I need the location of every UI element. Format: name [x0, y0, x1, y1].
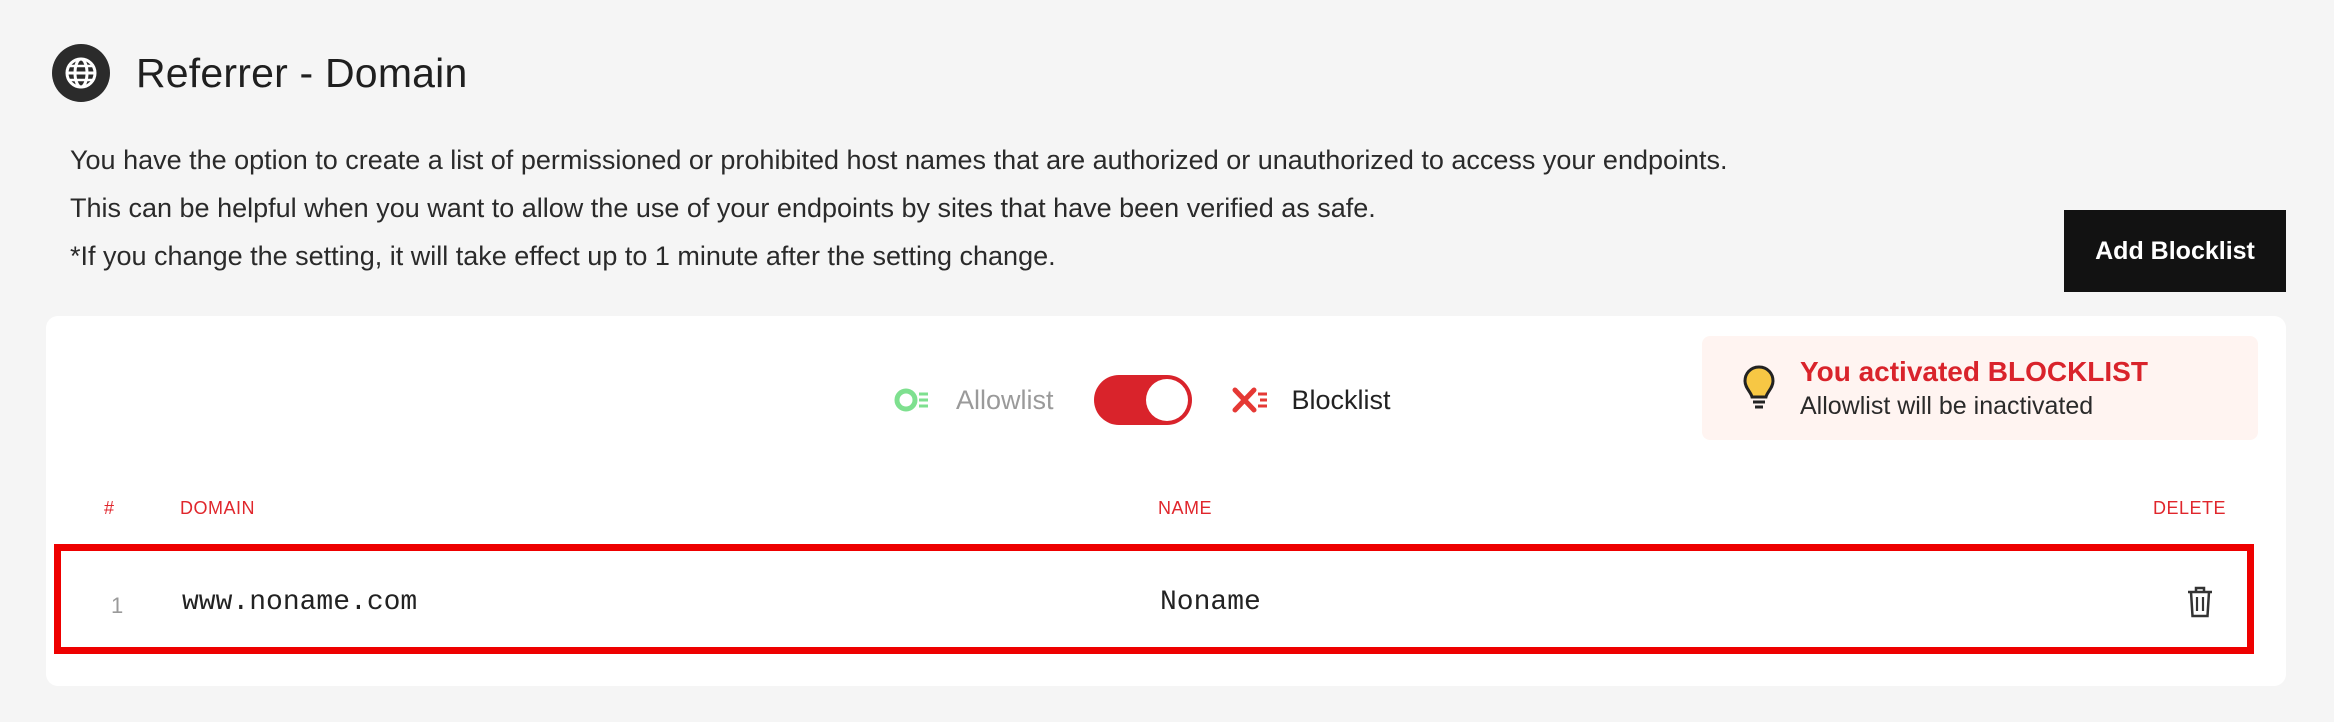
- list-mode-switch[interactable]: [1093, 375, 1192, 425]
- allowlist-label[interactable]: Allowlist: [956, 385, 1054, 416]
- column-header-index: #: [104, 498, 115, 518]
- trash-icon[interactable]: [2185, 585, 2215, 624]
- lightbulb-icon: [1742, 364, 1776, 412]
- description-line: This can be helpful when you want to all…: [70, 193, 1376, 223]
- blocklist-notice: You activated BLOCKLIST Allowlist will b…: [1702, 336, 2258, 440]
- description-line: You have the option to create a list of …: [70, 145, 1728, 175]
- list-mode-toggle: Allowlist Blocklist: [894, 372, 1391, 428]
- column-header-name: NAME: [1158, 498, 1213, 518]
- row-domain: www.noname.com: [182, 587, 418, 618]
- table-row: 1 www.noname.com Noname: [54, 544, 2254, 654]
- globe-icon: [52, 44, 110, 102]
- allowlist-icon: [894, 387, 932, 413]
- page-title: Referrer - Domain: [136, 49, 468, 96]
- column-header-domain: DOMAIN: [180, 498, 255, 518]
- notice-title: You activated BLOCKLIST: [1800, 356, 2148, 387]
- blocklist-icon: [1232, 386, 1270, 414]
- blocklist-label[interactable]: Blocklist: [1292, 385, 1391, 416]
- description: You have the option to create a list of …: [70, 136, 1728, 280]
- notice-text: You activated BLOCKLIST Allowlist will b…: [1800, 354, 2148, 422]
- column-header-delete: DELETE: [2153, 498, 2227, 518]
- notice-subtitle: Allowlist will be inactivated: [1800, 392, 2094, 420]
- page-header: Referrer - Domain: [52, 44, 467, 102]
- add-blocklist-button[interactable]: Add Blocklist: [2064, 210, 2286, 292]
- description-note: *If you change the setting, it will take…: [70, 241, 1056, 271]
- row-index: 1: [111, 593, 124, 618]
- switch-knob: [1145, 379, 1188, 421]
- referrer-card: Allowlist Blocklist You activated BLOCKL…: [46, 316, 2286, 686]
- row-name: Noname: [1160, 587, 1261, 618]
